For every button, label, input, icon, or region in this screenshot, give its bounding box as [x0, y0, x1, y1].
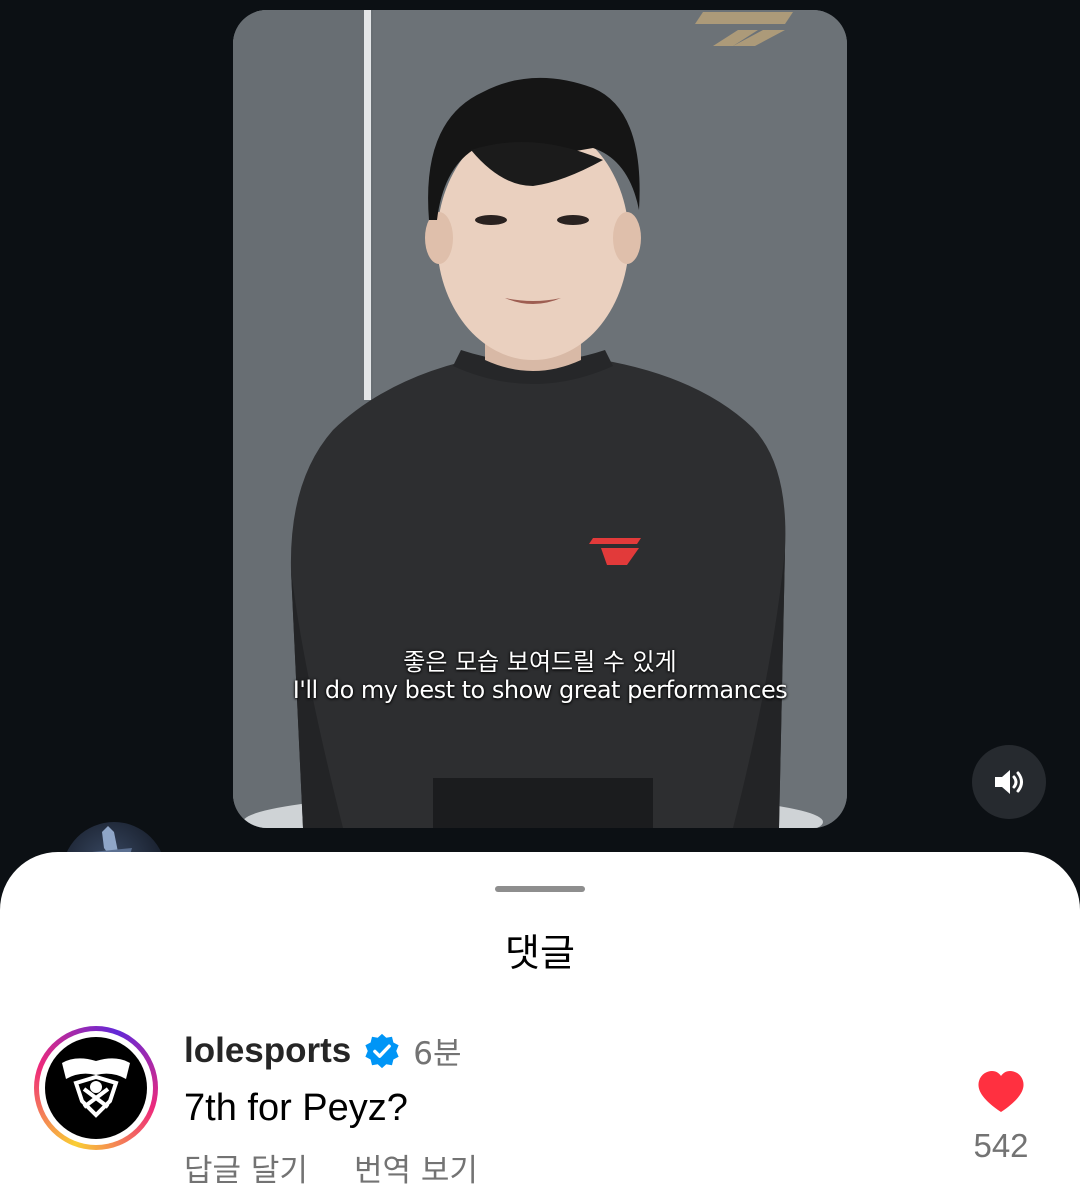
volume-button[interactable] — [972, 745, 1046, 819]
worlds-trophy-icon — [62, 1058, 130, 1118]
sheet-drag-handle[interactable] — [495, 886, 585, 892]
subtitle-korean: 좋은 모습 보여드릴 수 있게 — [403, 648, 677, 676]
lolesports-logo — [45, 1037, 147, 1139]
translate-button[interactable]: 번역 보기 — [354, 1145, 478, 1190]
video-frame — [233, 10, 847, 828]
commenter-avatar[interactable] — [34, 1026, 158, 1150]
comments-sheet: 댓글 lolesports 6분 7th for Peyz? 답글 달기 번역 … — [0, 852, 1080, 1197]
subtitle-english: I'll do my best to show great performanc… — [292, 676, 788, 704]
heart-filled-icon[interactable] — [976, 1070, 1026, 1114]
comment-timestamp: 6분 — [413, 1036, 462, 1072]
sheet-title: 댓글 — [505, 931, 575, 975]
video-player[interactable]: 좋은 모습 보여드릴 수 있게 I'll do my best to show … — [233, 10, 847, 828]
speaker-volume-icon — [995, 770, 1023, 794]
verified-badge-icon — [365, 1033, 399, 1068]
comment-username[interactable]: lolesports — [184, 1031, 351, 1071]
comment-text: 7th for Peyz? — [184, 1087, 408, 1129]
like-control: 542 — [960, 1070, 1042, 1165]
comment-actions: 답글 달기 번역 보기 — [184, 1145, 478, 1190]
reply-button[interactable]: 답글 달기 — [184, 1145, 308, 1190]
like-count: 542 — [973, 1127, 1029, 1164]
comment-header: lolesports 6분 — [184, 1028, 462, 1073]
